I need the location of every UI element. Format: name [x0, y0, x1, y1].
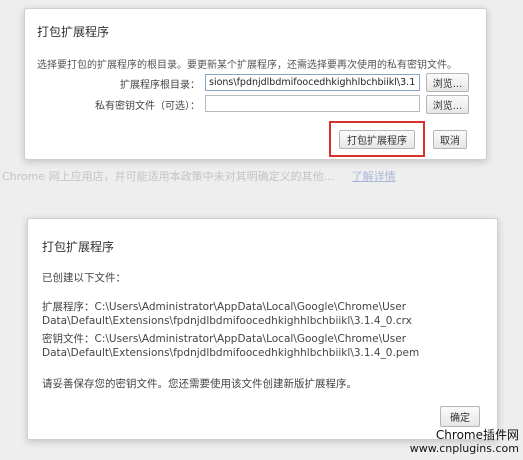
extension-path-line1: 扩展程序：C:\Users\Administrator\AppData\Loca…	[42, 301, 407, 313]
extension-path-line2: Data\Default\Extensions\fpdnjdlbdmifooce…	[42, 315, 412, 327]
private-key-input[interactable]	[205, 95, 420, 112]
root-directory-label: 扩展程序根目录：	[120, 80, 200, 91]
pack-extension-dialog: 打包扩展程序 选择要打包的扩展程序的根目录。要更新某个扩展程序，还需选择要再次使…	[24, 8, 487, 160]
created-files-text: 已创建以下文件：	[42, 272, 126, 284]
dialog-description: 选择要打包的扩展程序的根目录。要更新某个扩展程序，还需选择要再次使用的私有密钥文…	[37, 60, 457, 71]
browse-root-button[interactable]: 浏览...	[426, 73, 469, 92]
background-text: Chrome 网上应用店，并可能适用本政策中未对其明确定义的其他... 了解详情	[2, 168, 396, 184]
root-directory-input[interactable]	[205, 74, 420, 91]
key-path-line1: 密钥文件：C:\Users\Administrator\AppData\Loca…	[42, 333, 407, 345]
private-key-label: 私有密钥文件（可选）：	[95, 101, 200, 112]
watermark-name: Chrome插件网	[435, 428, 519, 442]
pack-result-dialog: 打包扩展程序 已创建以下文件： 扩展程序：C:\Users\Administra…	[27, 218, 498, 440]
learn-more-link[interactable]: 了解详情	[352, 170, 396, 183]
key-path-line2: Data\Default\Extensions\fpdnjdlbdmifooce…	[42, 347, 420, 359]
browse-key-button[interactable]: 浏览...	[426, 95, 469, 114]
result-dialog-title: 打包扩展程序	[42, 240, 115, 254]
site-watermark: Chrome插件网 www.cnplugins.com	[410, 428, 519, 456]
background-line: Chrome 网上应用店，并可能适用本政策中未对其明确定义的其他...	[2, 170, 335, 183]
key-warning-text: 请妥善保存您的密钥文件。您还需要使用该文件创建新版扩展程序。	[42, 378, 357, 390]
dialog-title: 打包扩展程序	[37, 25, 110, 39]
cancel-button[interactable]: 取消	[433, 130, 467, 149]
ok-button[interactable]: 确定	[440, 406, 480, 427]
watermark-url: www.cnplugins.com	[409, 442, 519, 455]
pack-extension-button[interactable]: 打包扩展程序	[339, 130, 415, 149]
